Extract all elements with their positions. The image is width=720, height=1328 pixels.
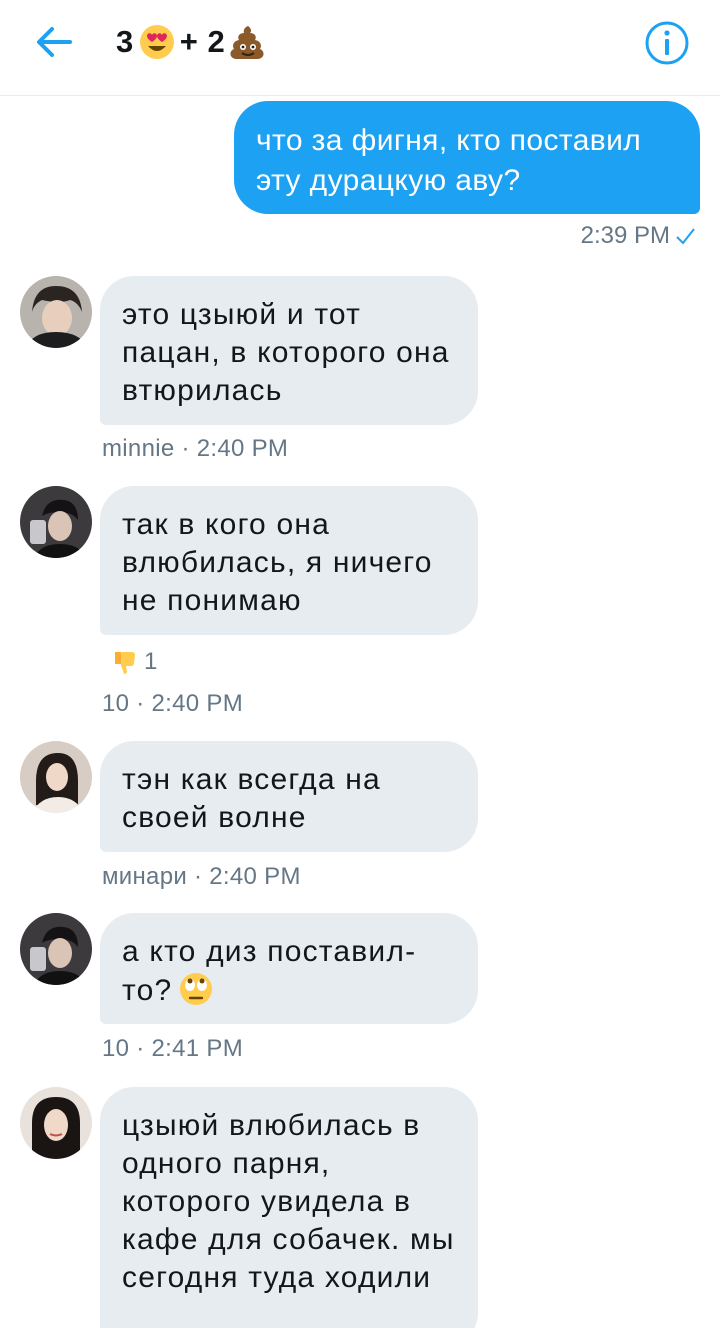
avatar[interactable] <box>20 276 92 348</box>
avatar[interactable] <box>20 913 92 985</box>
message-text: тэн как всегда на своей волне <box>122 763 381 834</box>
message-meta: minnie · 2:40 PM <box>102 435 289 462</box>
title-count: 3 <box>116 24 134 59</box>
message-text: так в кого она влюбилась, я ничего не по… <box>122 508 433 617</box>
message-text: а кто диз поставил-то? <box>122 935 417 1007</box>
message-meta: 10 · 2:40 PM <box>102 690 244 717</box>
poop-emoji-icon <box>229 23 267 61</box>
message-time: 2:39 PM <box>580 222 670 249</box>
incoming-message-bubble[interactable]: это цзыюй и тот пацан, в которого она вт… <box>100 276 478 425</box>
incoming-message-bubble[interactable]: так в кого она влюбилась, я ничего не по… <box>100 486 478 635</box>
back-arrow-icon[interactable] <box>30 20 78 64</box>
eye-roll-emoji-icon <box>178 971 214 1007</box>
check-icon <box>674 225 696 247</box>
info-icon[interactable] <box>644 20 690 66</box>
title-plus-count: + 2 <box>179 24 226 59</box>
avatar[interactable] <box>20 486 92 558</box>
message-text: это цзыюй и тот пацан, в которого она вт… <box>122 298 450 407</box>
heart-eyes-emoji-icon <box>138 23 176 61</box>
message-text: цзыюй влюбилась в одного парня, которого… <box>122 1109 455 1294</box>
message-meta: минари · 2:40 PM <box>102 863 301 890</box>
message-meta: 10 · 2:41 PM <box>102 1035 244 1062</box>
avatar[interactable] <box>20 1087 92 1159</box>
outgoing-message-meta: 2:39 PM <box>581 222 696 250</box>
avatar[interactable] <box>20 741 92 813</box>
chat-header: 3 + 2 <box>0 0 720 96</box>
reaction-count: 1 <box>144 648 158 675</box>
outgoing-message-bubble[interactable]: что за фигня, кто поставил эту дурацкую … <box>234 101 700 214</box>
message-text: что за фигня, кто поставил эту дурацкую … <box>256 124 642 197</box>
conversation-title[interactable]: 3 + 2 <box>116 22 271 62</box>
incoming-message-bubble[interactable]: тэн как всегда на своей волне <box>100 741 478 852</box>
thumbs-down-emoji-icon <box>115 652 135 674</box>
incoming-message-bubble[interactable]: цзыюй влюбилась в одного парня, которого… <box>100 1087 478 1328</box>
incoming-message-bubble[interactable]: а кто диз поставил-то? <box>100 913 478 1024</box>
reaction[interactable]: 1 <box>112 648 157 676</box>
